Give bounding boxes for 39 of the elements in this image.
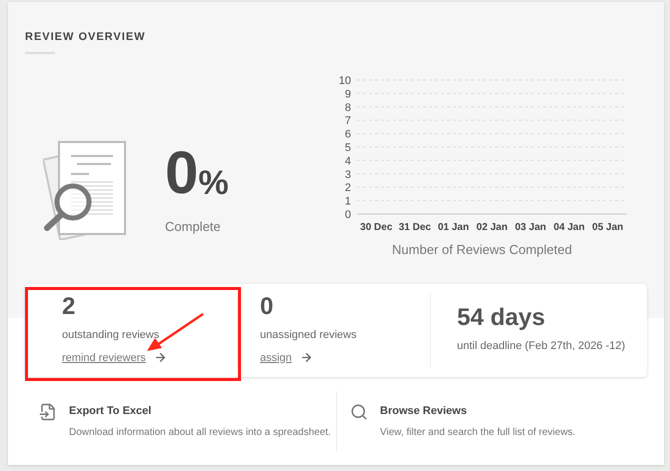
stat-label: outstanding reviews: [62, 328, 160, 343]
y-tick-label: 10: [338, 75, 351, 87]
x-tick-label: 04 Jan: [554, 222, 585, 233]
arrow-right-icon: [154, 351, 167, 364]
progress-label: Complete: [165, 218, 222, 236]
x-tick-label: 31 Dec: [398, 222, 431, 233]
action-title[interactable]: Browse Reviews: [380, 403, 576, 420]
y-tick-label: 8: [344, 102, 351, 114]
x-tick-label: 03 Jan: [515, 222, 546, 233]
action-title[interactable]: Export To Excel: [69, 403, 331, 420]
y-tick-label: 7: [344, 115, 351, 128]
progress-unit: %: [198, 166, 229, 200]
chart-title: Number of Reviews Completed: [392, 241, 572, 259]
y-tick-label: 3: [344, 168, 351, 181]
arrow-right-icon: [300, 351, 313, 364]
y-tick-label: 2: [344, 182, 351, 194]
stat-value: 0: [260, 295, 274, 319]
stat-label: until deadline (Feb 27th, 2026 -12): [457, 339, 626, 354]
y-tick-label: 9: [344, 88, 351, 100]
stat-label: unassigned reviews: [260, 328, 358, 343]
y-tick-label: 4: [344, 155, 351, 168]
file-import-icon: [39, 403, 57, 421]
y-tick-label: 1: [344, 196, 351, 208]
y-tick-label: 6: [344, 128, 351, 141]
x-tick-label: 02 Jan: [476, 222, 508, 233]
stat-value: 54 days: [457, 306, 546, 330]
x-tick-label: 30 Dec: [360, 222, 392, 233]
y-tick-label: 5: [344, 142, 351, 154]
section-title: REVIEW OVERVIEW: [25, 30, 146, 45]
x-tick-label: 01 Jan: [438, 222, 469, 233]
y-tick-label: 0: [344, 209, 351, 221]
progress-value: 0: [165, 143, 198, 204]
action-description: Download information about all reviews into a spreadsheet.: [69, 426, 331, 440]
stat-value: 2: [62, 295, 76, 319]
action-description: View, filter and search the full list of reviews.: [380, 426, 576, 440]
stat-link[interactable]: assign: [260, 350, 313, 366]
x-tick-label: 05 Jan: [592, 222, 624, 233]
stat-link[interactable]: remind reviewers: [62, 350, 167, 366]
search-icon: [350, 403, 368, 421]
